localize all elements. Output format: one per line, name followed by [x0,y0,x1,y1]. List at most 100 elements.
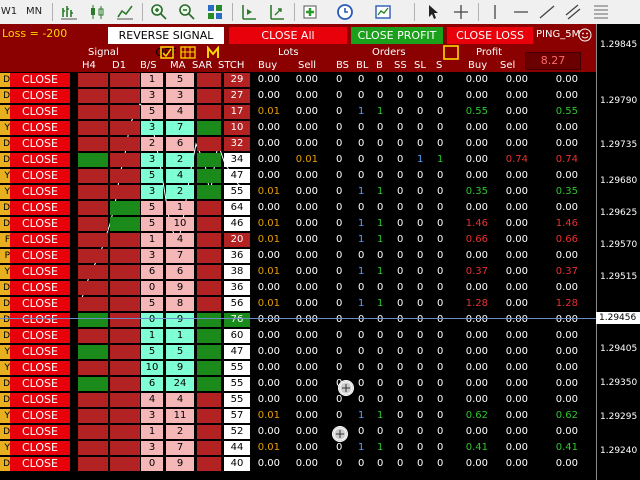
close-pair-button[interactable]: CLOSE [10,393,70,407]
zoom-out-icon[interactable] [178,3,196,21]
profit-total-row-value: 1.28 [555,298,578,309]
profit-sell-value: 0.00 [505,138,528,149]
close-all-button[interactable]: CLOSE All [229,27,347,44]
close-pair-button[interactable]: CLOSE [10,185,70,199]
close-pair-button[interactable]: CLOSE [10,425,70,439]
orders-b-count: 0 [377,170,384,181]
ma-signal-cell: 9 [166,313,194,327]
vertical-line-icon[interactable] [486,3,504,21]
lots-buy-value: 0.01 [257,410,280,421]
close-profit-button[interactable]: CLOSE PROFIT [351,27,443,44]
close-pair-button[interactable]: CLOSE [10,409,70,423]
candlestick-icon[interactable] [88,3,106,21]
close-pair-button[interactable]: CLOSE [10,441,70,455]
close-loss-button[interactable]: CLOSE LOSS [447,27,533,44]
toolbar-separator [142,3,143,21]
profit-sell-value: 0.00 [505,362,528,373]
d1-signal-cell [110,345,140,359]
close-pair-button[interactable]: CLOSE [10,121,70,135]
line-chart-icon[interactable] [116,3,134,21]
close-pair-button[interactable]: CLOSE [10,89,70,103]
stch-value-cell: 56 [224,297,250,311]
close-pair-button[interactable]: CLOSE [10,217,70,231]
table-row: Y CLOSE 6 6 38 0.01 0.00 0 1 1 0 0 0 0.37 0.00 0.37 [0,264,596,280]
bs-signal-cell: 5 [141,105,163,119]
close-pair-button[interactable]: CLOSE [10,169,70,183]
lots-sell-value: 0.00 [295,202,318,213]
orders-b-count: 0 [377,250,384,261]
orders-s-count: 0 [437,122,444,133]
templates-icon[interactable] [374,3,392,21]
orders-sl-count: 0 [417,138,424,149]
lots-buy-value: 0.01 [257,218,280,229]
close-pair-button[interactable]: CLOSE [10,265,70,279]
orders-b-count: 0 [377,282,384,293]
orders-bs-count: 0 [336,106,343,117]
orders-bl-count: 0 [358,250,365,261]
indicators-icon[interactable] [302,3,320,21]
orders-sl-count: 0 [417,458,424,469]
timeframe-w1[interactable]: W1 [0,4,18,20]
close-pair-button[interactable]: CLOSE [10,329,70,343]
grid-icon[interactable] [180,46,198,59]
drag-handle-icon[interactable] [338,380,354,396]
orders-sl-count: 0 [417,282,424,293]
cursor-arrow-icon[interactable] [424,3,442,21]
close-pair-button[interactable]: CLOSE [10,137,70,151]
ma-signal-cell: 11 [166,409,194,423]
stch-value-cell: 29 [224,73,250,87]
autoscroll-icon[interactable] [268,3,286,21]
close-pair-button[interactable]: CLOSE [10,377,70,391]
close-pair-button[interactable]: CLOSE [10,281,70,295]
close-pair-button[interactable]: CLOSE [10,105,70,119]
orders-s-count: 0 [437,394,444,405]
orders-s-count: 0 [437,266,444,277]
trendline-icon[interactable] [538,3,556,21]
timeframe-mn[interactable]: MN [24,4,44,20]
lots-buy-value: 0.00 [257,394,280,405]
reverse-signal-button[interactable]: REVERSE SIGNAL OFF [108,27,224,59]
ma-signal-cell: 1 [166,329,194,343]
crosshair-icon[interactable] [452,3,470,21]
channel-icon[interactable] [564,3,582,21]
orders-bs-count: 0 [336,458,343,469]
sar-signal-cell [197,377,221,391]
orders-b-count: 1 [377,410,384,421]
close-pair-button[interactable]: CLOSE [10,457,70,471]
checkbox-icon[interactable] [160,46,174,59]
close-pair-button[interactable]: CLOSE [10,297,70,311]
close-pair-button[interactable]: CLOSE [10,153,70,167]
zoom-in-icon[interactable] [150,3,168,21]
chart-shift-icon[interactable] [240,3,258,21]
fibonacci-icon[interactable] [592,3,610,21]
periods-clock-icon[interactable] [336,3,354,21]
d1-signal-cell [110,249,140,263]
square-toggle-icon[interactable] [443,45,459,60]
sar-signal-cell [197,201,221,215]
tile-windows-icon[interactable] [206,3,224,21]
profit-buy-value: 1.28 [465,298,488,309]
sar-signal-cell [197,249,221,263]
close-pair-button[interactable]: CLOSE [10,233,70,247]
close-pair-button[interactable]: CLOSE [10,313,70,327]
h4-signal-cell [78,425,108,439]
d1-signal-cell [110,393,140,407]
price-tick-label: 1.29735 [600,140,638,150]
drag-handle-icon[interactable] [332,426,348,442]
table-row: D CLOSE 5 1 64 0.00 0.00 0 0 0 0 0 0 0.00 0.00 0.00 [0,200,596,216]
orders-bs-count: 0 [336,218,343,229]
m-icon[interactable] [206,46,222,59]
ma-signal-cell: 9 [166,457,194,471]
orders-s-count: 0 [437,442,444,453]
close-pair-button[interactable]: CLOSE [10,345,70,359]
close-pair-button[interactable]: CLOSE [10,249,70,263]
horizontal-line-icon[interactable] [512,3,530,21]
profit-total-row-value: 0.62 [555,410,578,421]
orders-b-count: 1 [377,442,384,453]
close-pair-button[interactable]: CLOSE [10,201,70,215]
bar-chart-icon[interactable] [60,3,78,21]
close-pair-button[interactable]: CLOSE [10,361,70,375]
h4-signal-cell [78,345,108,359]
orders-s-count: 0 [437,362,444,373]
close-pair-button[interactable]: CLOSE [10,73,70,87]
